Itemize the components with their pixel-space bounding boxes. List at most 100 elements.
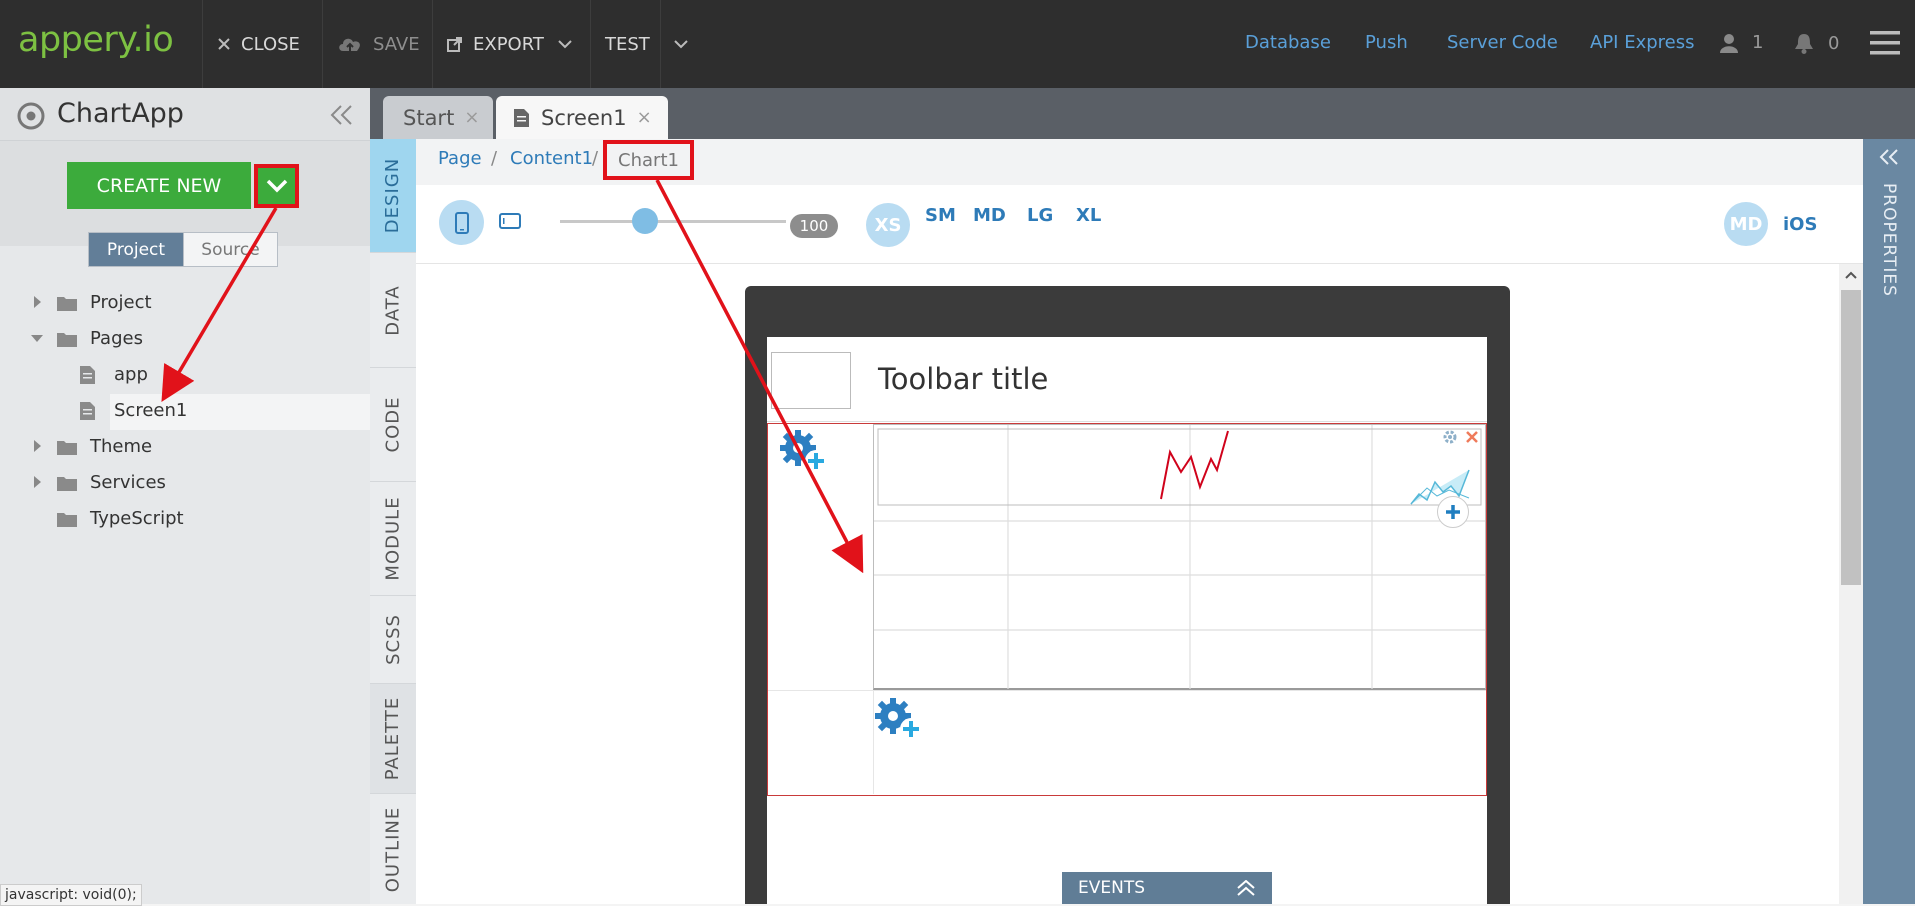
- app-toolbar[interactable]: [767, 337, 1487, 422]
- side-tab-label: CODE: [382, 396, 404, 453]
- tree-item-label: Project: [90, 292, 152, 313]
- toolbar-title[interactable]: Toolbar title: [878, 362, 1048, 396]
- add-component-gear-icon[interactable]: [778, 428, 830, 474]
- grid-row-divider: [768, 690, 1486, 691]
- tree-item-label: Theme: [90, 436, 153, 457]
- tab-screen1[interactable]: Screen1 ×: [496, 96, 668, 139]
- project-panel-header: [0, 88, 370, 141]
- tree-item-screen1[interactable]: Screen1: [0, 394, 370, 430]
- menu-icon[interactable]: [1870, 30, 1900, 56]
- notifications-menu[interactable]: 0: [1794, 32, 1839, 54]
- folder-icon: [57, 439, 77, 455]
- platform-md-badge[interactable]: MD: [1724, 202, 1768, 246]
- folder-icon: [57, 331, 77, 347]
- tab-label: Start: [403, 105, 455, 130]
- tree-item-theme[interactable]: Theme: [0, 430, 370, 466]
- tree-item-pages[interactable]: Pages: [0, 322, 370, 358]
- tree-item-services[interactable]: Services: [0, 466, 370, 502]
- collapse-panel-icon[interactable]: [330, 104, 354, 126]
- test-dropdown-button[interactable]: [660, 0, 700, 88]
- tab-label: Screen1: [541, 105, 627, 130]
- tree-item-label: Pages: [90, 328, 143, 349]
- tab-start[interactable]: Start ×: [383, 96, 493, 139]
- page-file-icon: [514, 108, 529, 127]
- phone-portrait-button[interactable]: [439, 200, 484, 245]
- side-tab-code[interactable]: CODE: [370, 368, 416, 482]
- chevron-down-icon: [558, 39, 572, 49]
- project-segment[interactable]: Project: [88, 232, 184, 267]
- breadcrumb-chart1[interactable]: Chart1: [603, 140, 694, 180]
- side-tab-design[interactable]: DESIGN: [370, 139, 416, 253]
- export-button[interactable]: EXPORT: [432, 0, 590, 88]
- expand-arrow-icon[interactable]: [34, 476, 41, 488]
- close-button[interactable]: CLOSE: [202, 0, 322, 88]
- page-file-icon: [80, 366, 95, 384]
- scroll-up-icon[interactable]: [1845, 271, 1857, 279]
- expand-arrow-icon[interactable]: [34, 296, 41, 308]
- chart-preview: [874, 425, 1485, 689]
- tree-item-label: app: [114, 364, 148, 385]
- user-menu[interactable]: 1: [1720, 32, 1763, 53]
- server-code-link[interactable]: Server Code: [1447, 32, 1558, 53]
- side-tab-data[interactable]: DATA: [370, 253, 416, 368]
- size-xs-button[interactable]: XS: [866, 203, 910, 247]
- chevron-down-icon: [673, 39, 688, 49]
- canvas-scrollbar-thumb[interactable]: [1841, 290, 1861, 585]
- api-express-link[interactable]: API Express: [1590, 32, 1694, 53]
- save-button[interactable]: SAVE: [322, 0, 432, 88]
- breadcrumb-content1[interactable]: Content1: [510, 148, 593, 169]
- tree-item-app[interactable]: app: [0, 358, 370, 394]
- test-label: TEST: [605, 33, 650, 55]
- close-icon: [217, 37, 231, 51]
- properties-label: PROPERTIES: [1863, 180, 1915, 300]
- close-icon[interactable]: [1465, 430, 1479, 444]
- close-label: CLOSE: [241, 33, 300, 55]
- database-link[interactable]: Database: [1245, 32, 1331, 53]
- side-tab-label: PALETTE: [382, 696, 404, 781]
- expand-properties-icon[interactable]: [1878, 148, 1900, 166]
- folder-icon: [57, 511, 77, 527]
- add-chart-button[interactable]: [1437, 496, 1469, 528]
- bell-icon: [1794, 32, 1814, 54]
- side-tab-label: OUTLINE: [382, 806, 404, 892]
- chart-component[interactable]: [873, 424, 1486, 690]
- create-new-button[interactable]: CREATE NEW: [67, 162, 251, 209]
- size-xl-button[interactable]: XL: [1076, 205, 1101, 226]
- collapse-arrow-icon[interactable]: [31, 335, 43, 342]
- test-button[interactable]: TEST: [590, 0, 660, 88]
- size-sm-button[interactable]: SM: [925, 205, 956, 226]
- breadcrumb-page[interactable]: Page: [438, 148, 482, 169]
- tree-item-label: Screen1: [114, 400, 188, 421]
- zoom-slider-handle[interactable]: [632, 208, 658, 234]
- plus-icon: [1445, 504, 1461, 520]
- tab-close-icon[interactable]: ×: [464, 107, 479, 128]
- breadcrumb-separator: /: [491, 148, 498, 169]
- side-tab-outline[interactable]: OUTLINE: [370, 794, 416, 904]
- zoom-slider-track[interactable]: [560, 220, 786, 223]
- toolbar-button-placeholder[interactable]: [771, 352, 851, 409]
- app-name: ChartApp: [57, 98, 184, 129]
- side-tab-scss[interactable]: SCSS: [370, 596, 416, 684]
- phone-landscape-icon[interactable]: [499, 213, 521, 229]
- add-component-gear-icon[interactable]: [873, 696, 925, 742]
- tree-item-typescript[interactable]: TypeScript: [0, 502, 370, 538]
- side-tab-palette[interactable]: PALETTE: [370, 684, 416, 794]
- side-tab-module[interactable]: MODULE: [370, 482, 416, 596]
- app-icon: [16, 101, 46, 131]
- gear-icon[interactable]: [1441, 428, 1459, 446]
- platform-ios-button[interactable]: iOS: [1783, 214, 1817, 235]
- size-md-button[interactable]: MD: [973, 205, 1006, 226]
- tab-close-icon[interactable]: ×: [637, 107, 652, 128]
- chevron-down-icon: [266, 179, 288, 193]
- create-new-dropdown-button[interactable]: [254, 164, 299, 208]
- source-segment[interactable]: Source: [183, 232, 278, 267]
- events-panel-toggle[interactable]: EVENTS: [1062, 872, 1272, 904]
- size-lg-button[interactable]: LG: [1027, 205, 1053, 226]
- status-tooltip: javascript: void(0);: [0, 884, 142, 906]
- push-link[interactable]: Push: [1365, 32, 1408, 53]
- tree-item-project[interactable]: Project: [0, 286, 370, 322]
- side-tab-label: SCSS: [382, 614, 404, 665]
- folder-icon: [57, 475, 77, 491]
- appery-logo[interactable]: appery.io: [18, 20, 174, 60]
- expand-arrow-icon[interactable]: [34, 440, 41, 452]
